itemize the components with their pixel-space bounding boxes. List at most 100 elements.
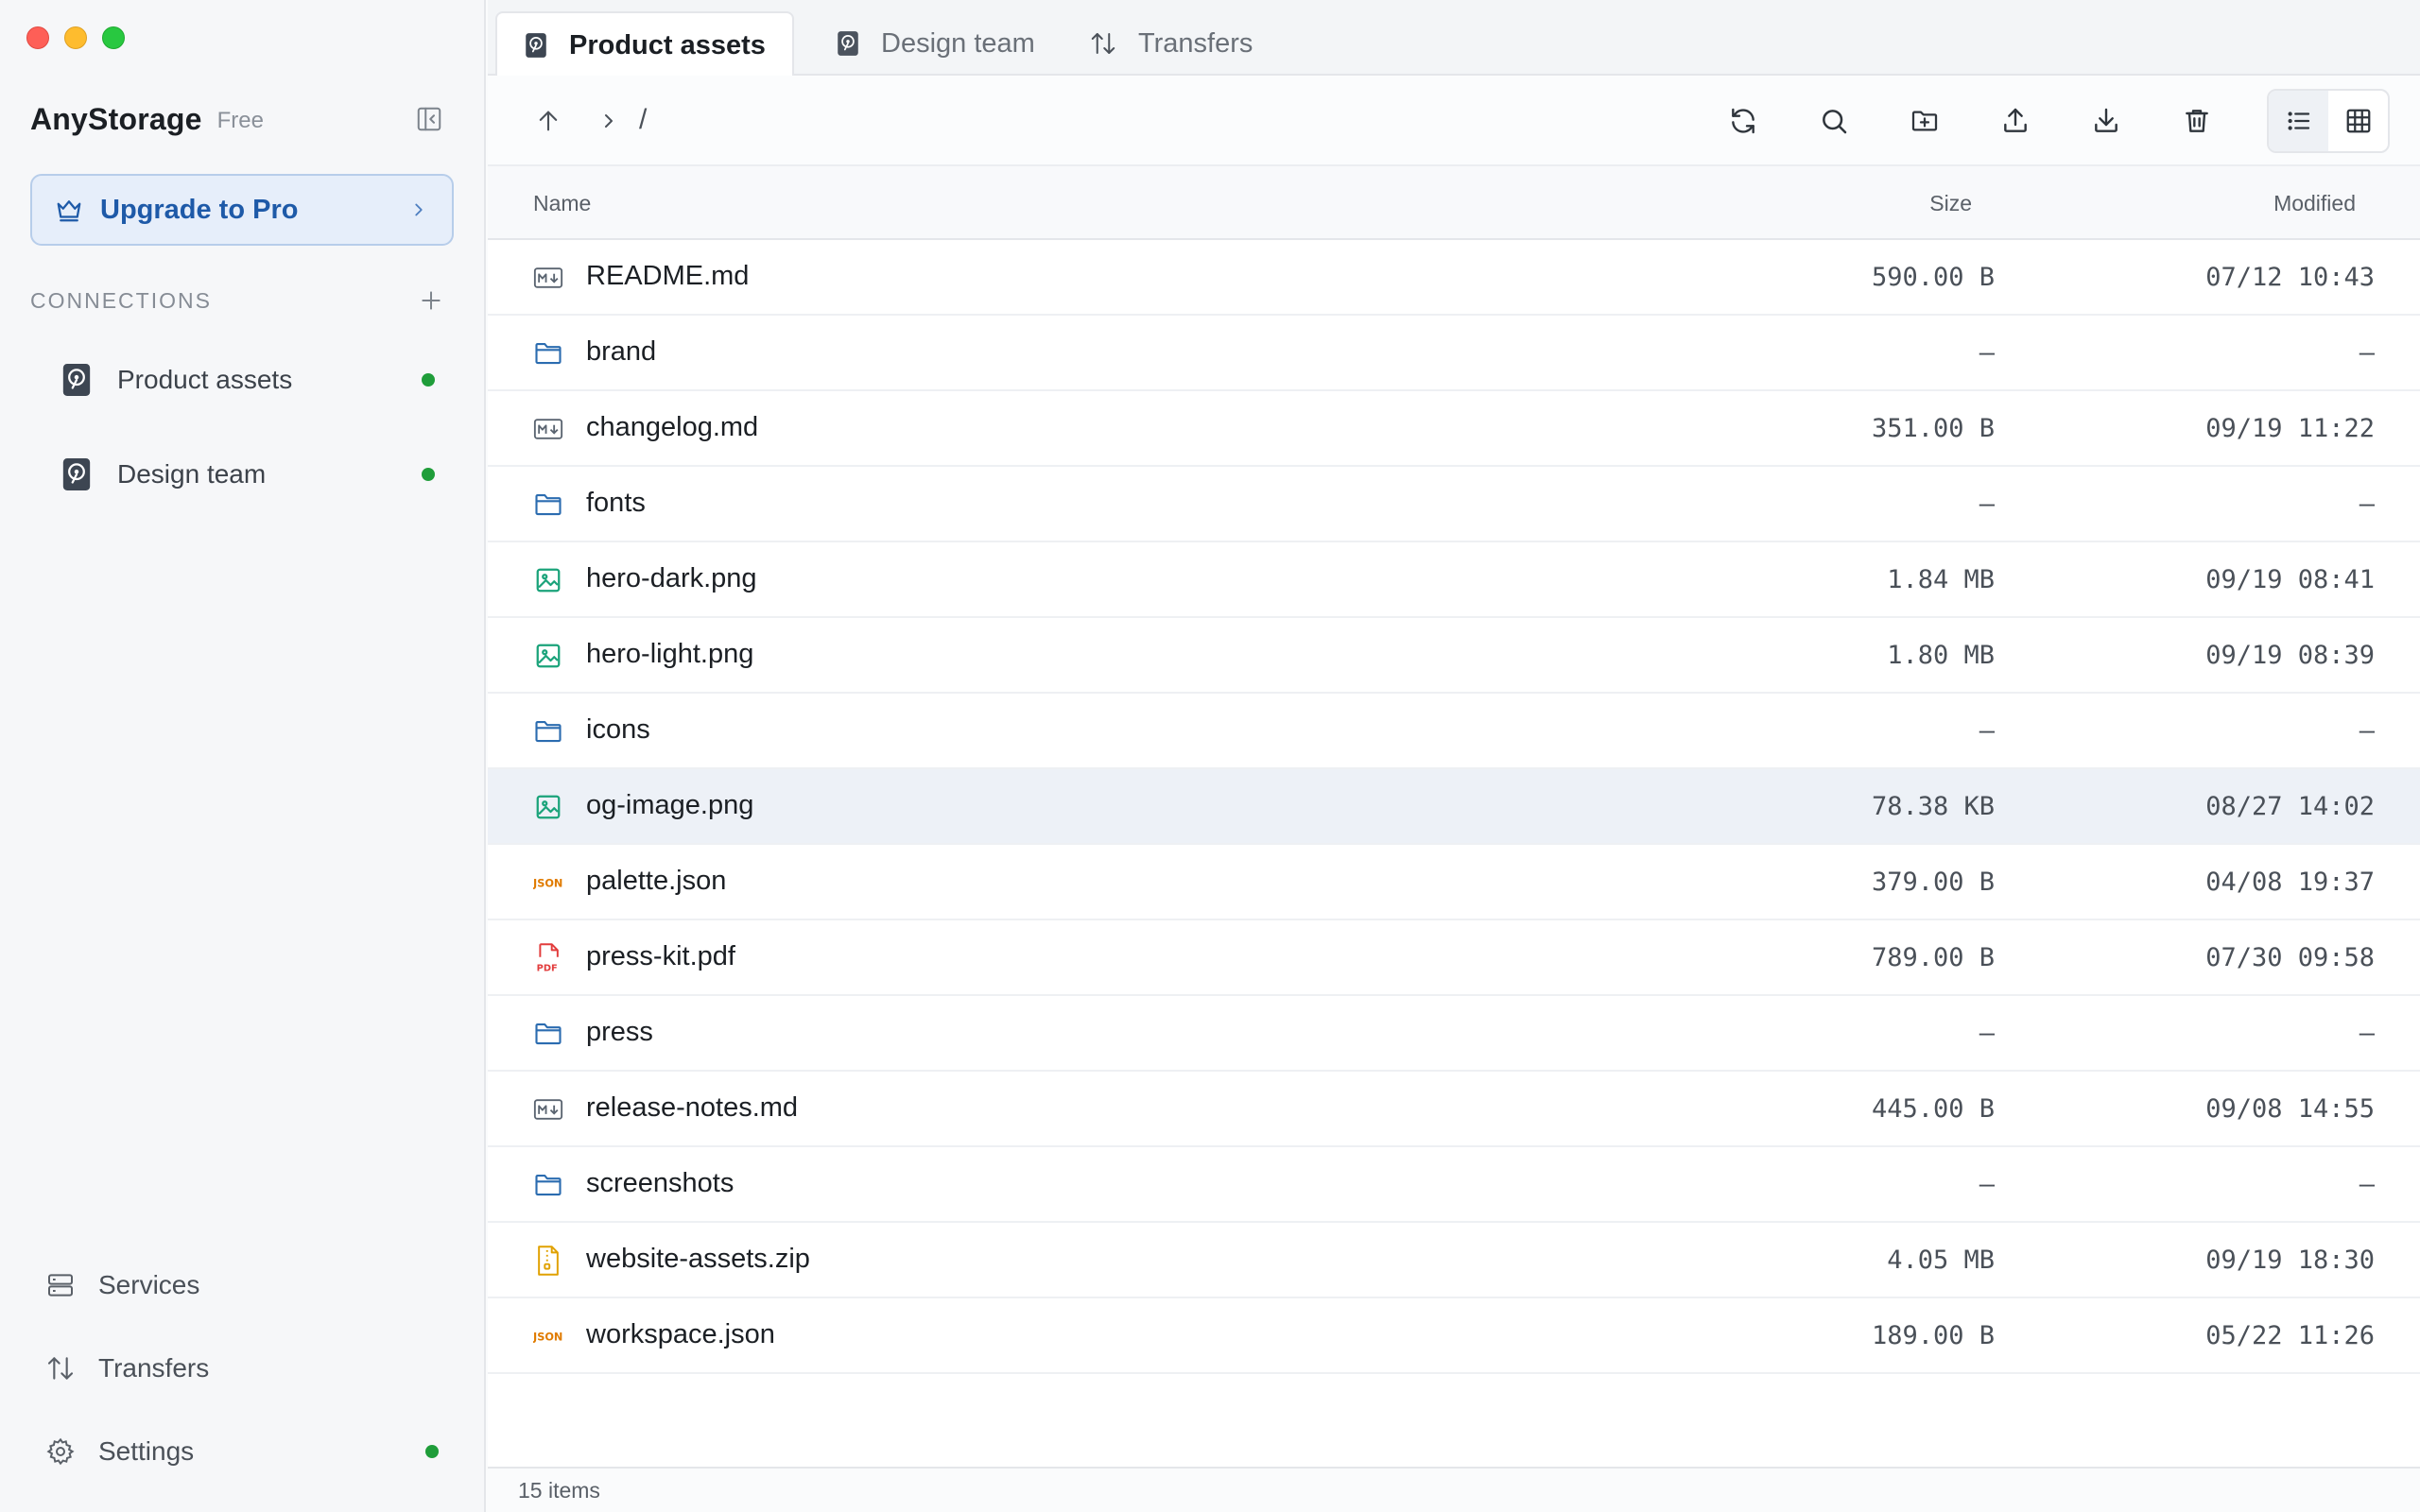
breadcrumb[interactable]: / xyxy=(639,104,647,136)
list-view-button[interactable] xyxy=(2269,91,2328,151)
close-window-button[interactable] xyxy=(26,26,49,49)
folder-plus-icon xyxy=(1911,111,1938,131)
item-count: 15 items xyxy=(518,1478,600,1503)
markdown-file-icon xyxy=(533,263,563,293)
file-name: website-assets.zip xyxy=(586,1244,810,1274)
connection-item-product-assets[interactable]: Product assets xyxy=(60,352,435,408)
file-name: README.md xyxy=(586,261,750,291)
file-row[interactable]: release-notes.md 445.00 B 09/08 14:55 xyxy=(488,1072,2420,1147)
tab-product-assets[interactable]: Product assets xyxy=(495,11,794,77)
column-header-name[interactable]: Name xyxy=(533,191,591,216)
upload-button[interactable] xyxy=(1993,98,2038,144)
upload-icon xyxy=(2004,108,2027,132)
tab-transfers[interactable]: Transfers xyxy=(1063,11,1279,76)
add-connection-button[interactable] xyxy=(416,285,446,316)
connection-item-design-team[interactable]: Design team xyxy=(60,446,435,503)
connection-label: Product assets xyxy=(117,365,293,394)
go-up-button[interactable] xyxy=(529,102,567,140)
chevron-right-icon xyxy=(605,114,613,128)
minimize-window-button[interactable] xyxy=(64,26,87,49)
file-list-header: Name Size Modified xyxy=(488,166,2420,240)
status-dot xyxy=(425,1445,439,1458)
delete-button[interactable] xyxy=(2174,98,2220,144)
svg-text:PDF: PDF xyxy=(537,964,558,973)
crown-icon xyxy=(57,200,81,222)
new-folder-button[interactable] xyxy=(1902,98,1947,144)
connection-label: Design team xyxy=(117,459,267,489)
collapse-sidebar-button[interactable] xyxy=(412,102,446,136)
file-modified: 09/08 14:55 xyxy=(2205,1094,2375,1124)
folder-row[interactable]: screenshots – – xyxy=(488,1147,2420,1223)
column-header-size[interactable]: Size xyxy=(1929,191,1972,216)
column-header-modified[interactable]: Modified xyxy=(2273,191,2356,216)
file-row[interactable]: hero-light.png 1.80 MB 09/19 08:39 xyxy=(488,618,2420,694)
tab-design-team[interactable]: Design team xyxy=(809,11,1062,76)
sidebar-item-label: Settings xyxy=(98,1436,195,1466)
sidebar-item-services[interactable]: Services xyxy=(45,1259,439,1312)
file-modified: 07/30 09:58 xyxy=(2205,943,2375,972)
connections-title: CONNECTIONS xyxy=(30,287,212,313)
plus-icon xyxy=(422,291,441,310)
grid-view-button[interactable] xyxy=(2328,91,2388,151)
folder-icon xyxy=(533,1170,563,1200)
file-name: press-kit.pdf xyxy=(586,941,735,971)
folder-row[interactable]: brand – – xyxy=(488,316,2420,391)
file-row[interactable]: changelog.md 351.00 B 09/19 11:22 xyxy=(488,391,2420,467)
main-pane: Product assets Design team Transfers / N… xyxy=(488,0,2420,1512)
markdown-file-icon xyxy=(533,414,563,444)
file-row[interactable]: og-image.png 78.38 KB 08/27 14:02 xyxy=(488,769,2420,845)
folder-icon xyxy=(533,1019,563,1049)
list-icon xyxy=(2288,112,2309,130)
file-name: hero-light.png xyxy=(586,639,754,669)
window-controls xyxy=(26,26,125,49)
file-size: – xyxy=(1979,716,1995,746)
app-window: AnyStorage Free Upgrade to Pro CONNECTIO… xyxy=(0,0,2420,1512)
file-modified: 04/08 19:37 xyxy=(2205,868,2375,897)
file-modified: – xyxy=(2359,490,2375,519)
file-size: 78.38 KB xyxy=(1871,792,1995,821)
file-name: brand xyxy=(586,336,657,367)
file-modified: – xyxy=(2359,1019,2375,1048)
folder-row[interactable]: fonts – – xyxy=(488,467,2420,542)
search-button[interactable] xyxy=(1811,98,1857,144)
tab-label: Transfers xyxy=(1138,27,1253,59)
file-row[interactable]: website-assets.zip 4.05 MB 09/19 18:30 xyxy=(488,1223,2420,1298)
file-modified: 09/19 11:22 xyxy=(2205,414,2375,443)
zoom-window-button[interactable] xyxy=(102,26,125,49)
file-modified: 09/19 08:41 xyxy=(2205,565,2375,594)
tab-label: Design team xyxy=(881,27,1035,59)
chevron-right-icon xyxy=(415,203,423,216)
file-size: – xyxy=(1979,490,1995,519)
file-name: icons xyxy=(586,714,650,745)
refresh-button[interactable] xyxy=(1720,98,1766,144)
file-size: 445.00 B xyxy=(1871,1094,1995,1124)
file-row[interactable]: PDF press-kit.pdf 789.00 B 07/30 09:58 xyxy=(488,920,2420,996)
file-row[interactable]: README.md 590.00 B 07/12 10:43 xyxy=(488,240,2420,316)
search-icon xyxy=(1823,110,1847,134)
file-row[interactable]: JSON palette.json 379.00 B 04/08 19:37 xyxy=(488,845,2420,920)
upgrade-to-pro-button[interactable]: Upgrade to Pro xyxy=(30,174,454,246)
tab-label: Product assets xyxy=(569,29,766,60)
file-name: release-notes.md xyxy=(586,1092,799,1123)
forward-button[interactable] xyxy=(590,102,628,140)
file-size: – xyxy=(1979,1170,1995,1199)
folder-row[interactable]: press – – xyxy=(488,996,2420,1072)
image-file-icon xyxy=(533,792,563,822)
download-button[interactable] xyxy=(2083,98,2129,144)
svg-text:JSON: JSON xyxy=(533,878,562,890)
sidebar-item-transfers[interactable]: Transfers xyxy=(45,1342,439,1395)
file-row[interactable]: JSON workspace.json 189.00 B 05/22 11:26 xyxy=(488,1298,2420,1374)
folder-row[interactable]: icons – – xyxy=(488,694,2420,769)
file-row[interactable]: hero-dark.png 1.84 MB 09/19 08:41 xyxy=(488,542,2420,618)
grid-icon xyxy=(2346,109,2370,133)
download-icon xyxy=(2095,108,2118,132)
gear-icon xyxy=(46,1437,75,1466)
arrow-up-icon xyxy=(539,111,558,131)
file-modified: 07/12 10:43 xyxy=(2205,263,2375,292)
sidebar-item-settings[interactable]: Settings xyxy=(45,1425,439,1478)
file-list: README.md 590.00 B 07/12 10:43 brand – – chang… xyxy=(488,240,2420,1374)
image-file-icon xyxy=(533,565,563,595)
json-file-icon: JSON xyxy=(533,1321,563,1351)
drive-icon xyxy=(62,458,91,490)
file-modified: – xyxy=(2359,338,2375,368)
